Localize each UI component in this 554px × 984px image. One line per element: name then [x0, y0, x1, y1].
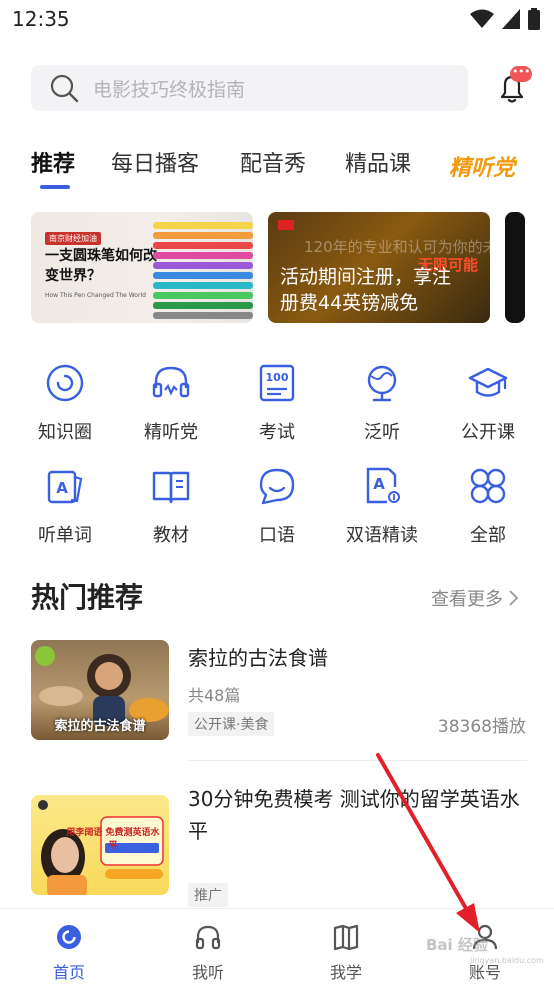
- status-bar: 12:35: [0, 0, 554, 40]
- svg-text:A: A: [373, 475, 385, 493]
- exam-100-icon: 100: [259, 364, 295, 402]
- feature-label: 全部: [470, 525, 506, 546]
- status-time: 12:35: [12, 7, 70, 31]
- feature-bilingual-reading[interactable]: A 双语精读: [337, 465, 427, 547]
- nav-my-learning[interactable]: 我学: [306, 923, 386, 983]
- svg-text:A: A: [56, 479, 68, 497]
- feature-label: 双语精读: [346, 525, 418, 546]
- feature-open-course[interactable]: 公开课: [443, 362, 533, 444]
- nav-label: 我学: [329, 963, 362, 982]
- feature-speaking[interactable]: 口语: [232, 465, 322, 547]
- globe-icon: [367, 365, 397, 402]
- item-tag: 推广: [188, 883, 228, 907]
- banner-acca[interactable]: 120年的专业和认可为你的未来创造 无限可能 活动期间注册，享注 册费44英镑减…: [268, 212, 490, 323]
- feature-label: 公开课: [461, 422, 515, 443]
- feature-label: 知识圈: [38, 422, 92, 443]
- see-more-link[interactable]: 查看更多: [431, 585, 519, 611]
- chevron-right-icon: [509, 590, 519, 606]
- item-title: 索拉的古法食谱: [188, 646, 328, 670]
- headphones-icon: [195, 925, 221, 950]
- feature-label: 精听党: [144, 422, 198, 443]
- feature-exam[interactable]: 100 考试: [232, 362, 322, 444]
- thumbnail-caption: 索拉的古法食谱: [54, 719, 146, 734]
- list-item-ad[interactable]: 用李阔语 免费测英语水平 30分钟免费模考 测试你的留学英语水平 推广: [31, 787, 526, 907]
- notification-badge: •••: [510, 66, 532, 82]
- recipe-thumbnail: 索拉的古法食谱: [31, 640, 169, 740]
- divider: [188, 760, 527, 761]
- search-input[interactable]: 电影技巧终极指南: [31, 65, 468, 111]
- banner-title: 一支圆珠笔如何改变世界？: [45, 248, 157, 284]
- item-count: 共48篇: [188, 686, 241, 705]
- watermark-sub: jingyan.baidu.com: [470, 956, 544, 965]
- search-icon: [50, 74, 79, 103]
- feature-label: 口语: [259, 525, 295, 546]
- feature-label: 泛听: [364, 422, 400, 443]
- thumbnail-caption: 用李阔语 免费测英语水平: [66, 828, 160, 851]
- banner-title-line2: 册费44英镑减免: [280, 292, 419, 314]
- banner-tag: 南京财经加油: [45, 232, 101, 245]
- feature-all[interactable]: 全部: [443, 465, 533, 547]
- tab-daily-podcast[interactable]: 每日播客: [111, 146, 199, 178]
- nav-label: 首页: [52, 963, 85, 982]
- status-icons: [470, 8, 540, 30]
- home-icon: [57, 925, 81, 949]
- knowledge-circle-icon: [46, 364, 84, 402]
- nav-my-listening[interactable]: 我听: [168, 923, 248, 983]
- signal-icon: [502, 9, 520, 29]
- open-book-icon: [333, 924, 359, 951]
- item-plays: 38368播放: [437, 717, 526, 737]
- all-grid-icon: [470, 468, 506, 504]
- section-title: 热门推荐: [31, 581, 144, 614]
- tab-jingting-promo[interactable]: 精听党: [449, 150, 515, 182]
- book-icon: [152, 471, 190, 504]
- banner-pen[interactable]: 南京财经加油 一支圆珠笔如何改变世界？ How This Pen Changed…: [31, 212, 253, 323]
- headset-icon: [152, 366, 190, 398]
- search-placeholder: 电影技巧终极指南: [93, 78, 246, 101]
- banner-title: 活动期间注册，享注 册费44英镑减免: [280, 264, 451, 316]
- svg-text:100: 100: [266, 371, 289, 384]
- feature-extensive-listening[interactable]: 泛听: [337, 362, 427, 444]
- feature-knowledge-circle[interactable]: 知识圈: [20, 362, 110, 444]
- graduation-cap-icon: [468, 367, 508, 397]
- wifi-icon: [470, 9, 494, 28]
- watermark: Bai 经验: [426, 936, 488, 954]
- item-tag: 公开课·美食: [188, 712, 275, 736]
- feature-jingting[interactable]: 精听党: [126, 362, 216, 444]
- nav-home[interactable]: 首页: [29, 923, 109, 983]
- feature-label: 教材: [153, 525, 189, 546]
- word-card-icon: A: [47, 470, 83, 504]
- see-more-label: 查看更多: [431, 589, 503, 610]
- tab-premium-course[interactable]: 精品课: [345, 146, 411, 178]
- banner-subtitle: How This Pen Changed The World: [45, 292, 146, 299]
- feature-textbook[interactable]: 教材: [126, 465, 216, 547]
- banner-title-line1: 活动期间注册，享注: [280, 266, 452, 288]
- acca-logo: [278, 220, 294, 230]
- nav-label: 我听: [191, 963, 224, 982]
- bilingual-icon: A: [366, 467, 400, 504]
- tab-recommend[interactable]: 推荐: [31, 146, 75, 178]
- feature-label: 考试: [259, 422, 295, 443]
- battery-icon: [528, 8, 540, 30]
- list-item-recipe[interactable]: 索拉的古法食谱 索拉的古法食谱 共48篇 公开课·美食 38368播放: [31, 640, 526, 740]
- pens-illustration: [153, 220, 253, 320]
- feature-label: 听单词: [38, 525, 92, 546]
- ad-thumbnail: 用李阔语 免费测英语水平: [31, 795, 169, 895]
- tab-dubbing-show[interactable]: 配音秀: [240, 146, 306, 178]
- banner-next[interactable]: [505, 212, 525, 323]
- tab-promo-label: 精听党: [449, 156, 516, 181]
- chat-bubble-icon: [259, 468, 295, 505]
- category-tabs: 推荐 每日播客 配音秀 精品课 精听党: [0, 138, 554, 194]
- feature-listen-words[interactable]: A 听单词: [20, 465, 110, 547]
- item-title: 30分钟免费模考 测试你的留学英语水平: [188, 787, 520, 843]
- tab-indicator: [40, 185, 70, 189]
